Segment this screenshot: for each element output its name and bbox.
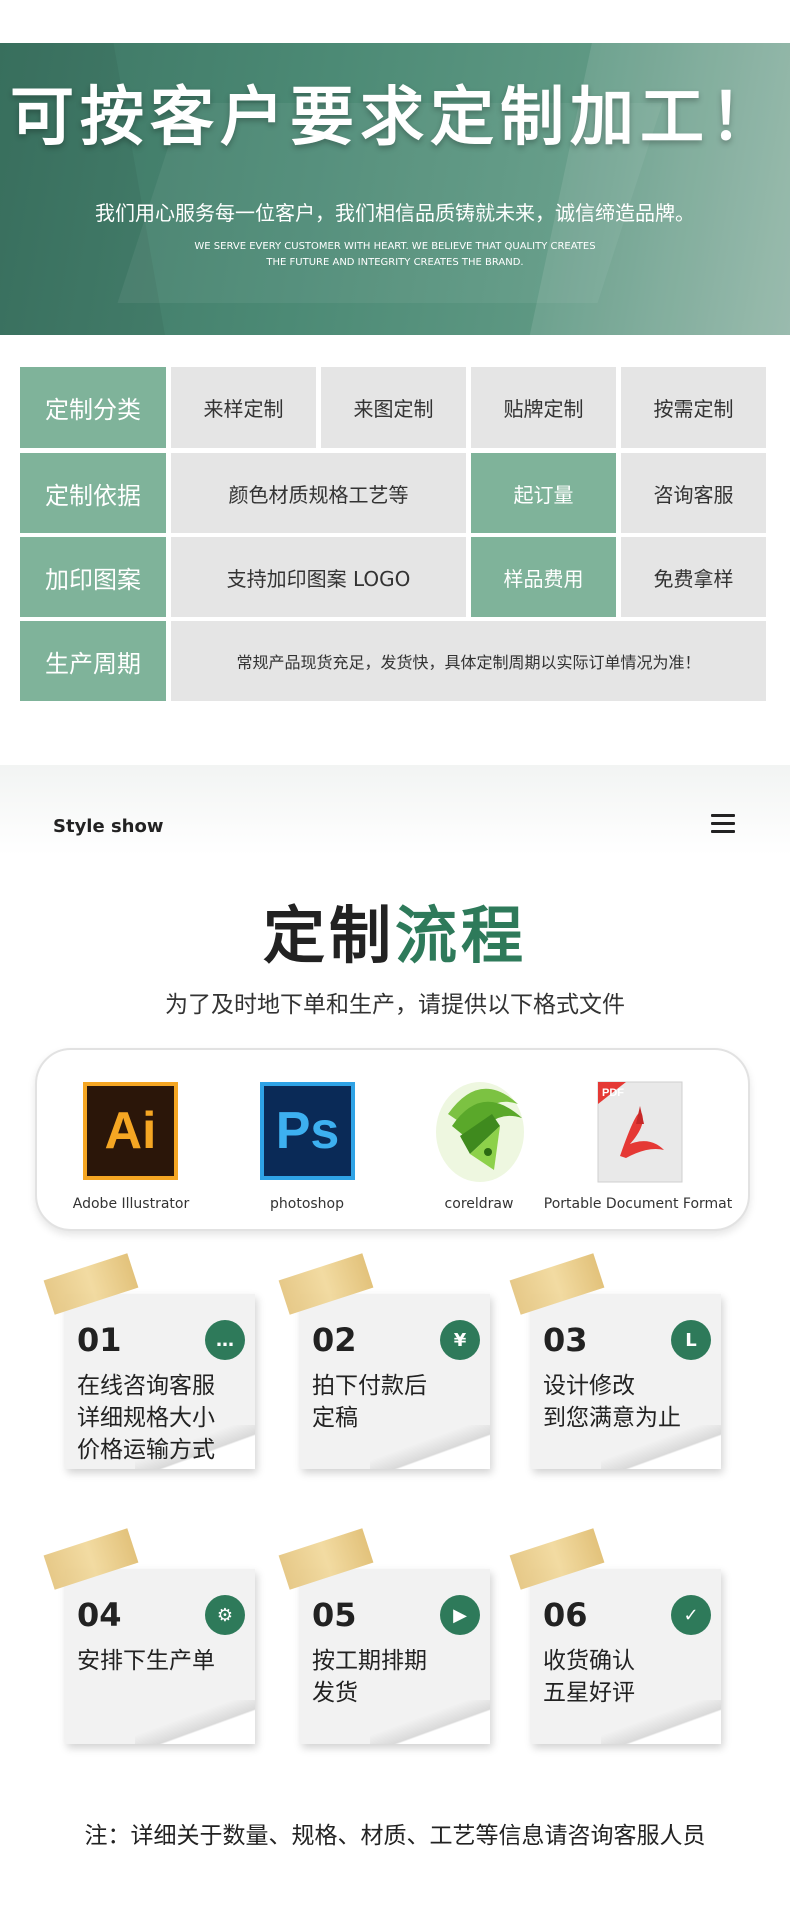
step-line: 收货确认 [543,1648,635,1674]
step-text: 按工期排期 发货 [312,1645,427,1709]
chat-icon: … [205,1320,245,1360]
yen-icon: ¥ [440,1320,480,1360]
banner-english-text: WE SERVE EVERY CUSTOMER WITH HEART. WE B… [0,239,790,271]
step-text: 设计修改 到您满意为止 [543,1370,681,1434]
style-show-header [0,765,790,855]
row-label-cycle: 生产周期 [20,621,166,701]
ruler-icon: L [671,1320,711,1360]
step-number: 05 [312,1596,357,1634]
step-number: 04 [77,1596,122,1634]
step-text: 拍下付款后 定稿 [312,1370,427,1434]
software-label: photoshop [270,1196,344,1212]
option-drawing-custom: 来图定制 [321,367,466,448]
coreldraw-icon [430,1074,530,1186]
process-step-04: 04 ⚙ 安排下生产单 [43,1528,255,1744]
banner-title: 可按客户要求定制加工！ [10,81,780,155]
row-label-category: 定制分类 [20,367,166,448]
pdf-icon: PDF [590,1074,690,1186]
basis-value: 颜色材质规格工艺等 [171,453,466,533]
software-label: Portable Document Format [543,1196,733,1212]
process-title: 定制流程 [0,885,790,975]
adobe-illustrator-icon: Ai [83,1082,178,1180]
truck-icon: ▶ [440,1595,480,1635]
process-step-01: 01 … 在线咨询客服 详细规格大小 价格运输方式 [43,1253,255,1469]
process-title-green: 流程 [395,899,528,972]
printing-value: 支持加印图案 LOGO [171,537,466,617]
menu-icon[interactable] [711,814,735,834]
software-label: Adobe Illustrator [72,1196,190,1212]
moq-label: 起订量 [471,453,616,533]
row-label-printing: 加印图案 [20,537,166,617]
step-number: 01 [77,1321,122,1359]
footnote: 注：详细关于数量、规格、材质、工艺等信息请咨询客服人员 [84,1823,706,1849]
step-line: 拍下付款后 [312,1373,427,1399]
moq-value: 咨询客服 [621,453,766,533]
sample-fee-value: 免费拿样 [621,537,766,617]
step-text: 在线咨询客服 详细规格大小 价格运输方式 [77,1370,215,1466]
process-step-03: 03 L 设计修改 到您满意为止 [509,1253,721,1469]
step-text: 收货确认 五星好评 [543,1645,635,1709]
step-line: 设计修改 [543,1373,635,1399]
process-step-02: 02 ¥ 拍下付款后 定稿 [278,1253,490,1469]
step-line: 发货 [312,1680,358,1706]
style-show-title: Style show [53,816,164,837]
sample-fee-label: 样品费用 [471,537,616,617]
option-oem-custom: 贴牌定制 [471,367,616,448]
process-step-06: 06 ✓ 收货确认 五星好评 [509,1528,721,1744]
banner-english-line: THE FUTURE AND INTEGRITY CREATES THE BRA… [266,257,524,268]
gear-icon: ⚙ [205,1595,245,1635]
option-sample-custom: 来样定制 [171,367,316,448]
process-subtitle: 为了及时地下单和生产，请提供以下格式文件 [165,992,625,1018]
step-line: 在线咨询客服 [77,1373,215,1399]
step-line: 价格运输方式 [77,1437,215,1463]
step-number: 03 [543,1321,588,1359]
banner-english-line: WE SERVE EVERY CUSTOMER WITH HEART. WE B… [194,241,596,252]
option-demand-custom: 按需定制 [621,367,766,448]
photoshop-icon: Ps [260,1082,355,1180]
cycle-value: 常规产品现货充足，发货快，具体定制周期以实际订单情况为准！ [171,621,766,701]
step-line: 安排下生产单 [77,1648,215,1674]
svg-text:PDF: PDF [602,1087,624,1099]
step-text: 安排下生产单 [77,1645,215,1677]
step-line: 五星好评 [543,1680,635,1706]
step-number: 02 [312,1321,357,1359]
software-label: coreldraw [444,1196,514,1212]
step-line: 定稿 [312,1405,358,1431]
row-label-basis: 定制依据 [20,453,166,533]
process-step-05: 05 ▶ 按工期排期 发货 [278,1528,490,1744]
step-line: 到您满意为止 [543,1405,681,1431]
process-title-dark: 定制 [262,899,395,972]
check-icon: ✓ [671,1595,711,1635]
step-number: 06 [543,1596,588,1634]
banner-subtitle: 我们用心服务每一位客户，我们相信品质铸就未来，诚信缔造品牌。 [95,201,695,225]
step-line: 按工期排期 [312,1648,427,1674]
step-line: 详细规格大小 [77,1405,215,1431]
